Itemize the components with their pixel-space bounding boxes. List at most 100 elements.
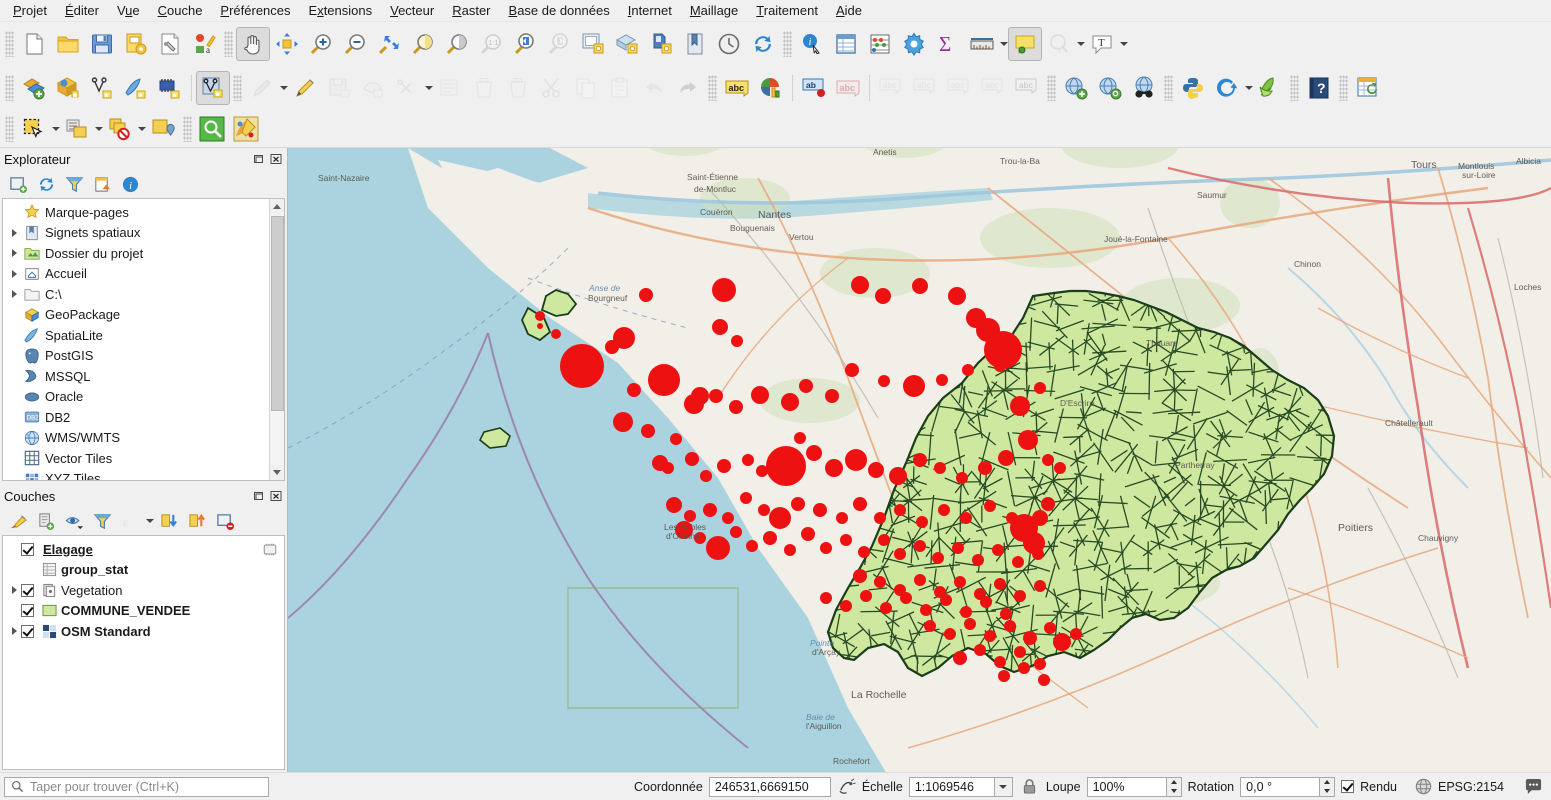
toolbar-grip[interactable] [224, 31, 233, 57]
refresh-table-icon[interactable]: ? [1302, 71, 1336, 105]
processing-toolbox-icon[interactable] [897, 27, 931, 61]
scale-value[interactable]: 1:1069546 [908, 776, 995, 797]
messages-icon[interactable] [1524, 778, 1543, 795]
chevron-down-icon[interactable] [999, 27, 1008, 61]
chevron-down-icon[interactable] [424, 71, 433, 105]
chevron-down-icon[interactable] [51, 112, 60, 146]
measure-line-icon[interactable] [965, 27, 999, 61]
chevron-down-icon[interactable] [145, 509, 154, 533]
menu-item-maillage[interactable]: Maillage [681, 0, 747, 21]
add-mesh-layer-icon[interactable] [153, 71, 187, 105]
filter-legend-icon[interactable] [89, 509, 115, 533]
explorer-item-mssql[interactable]: MSSQL [3, 366, 269, 387]
style-manager-icon[interactable]: a [187, 27, 221, 61]
magnifier-value[interactable]: 100% [1086, 776, 1167, 797]
menu-item-raster[interactable]: Raster [443, 0, 499, 21]
toolbar-grip[interactable] [1290, 75, 1299, 101]
menu-item-extensions[interactable]: Extensions [300, 0, 382, 21]
magnifier-stepper[interactable]: 100% [1086, 776, 1182, 797]
explorer-item-postgis[interactable]: PostGIS [3, 346, 269, 367]
menu-item-pr-f-rences[interactable]: Préférences [211, 0, 299, 21]
new-3d-map-view-icon[interactable] [610, 27, 644, 61]
explorer-scrollbar[interactable] [269, 199, 284, 480]
menu-item-traitement[interactable]: Traitement [747, 0, 827, 21]
locator-search-input[interactable]: Taper pour trouver (Ctrl+K) [4, 776, 269, 797]
new-shapefile-layer-icon[interactable] [196, 71, 230, 105]
zoom-last-icon[interactable] [508, 27, 542, 61]
rotation-value[interactable]: 0,0 ° [1240, 776, 1321, 797]
properties-icon[interactable]: i [117, 172, 143, 196]
plugins-icon[interactable] [1210, 71, 1244, 105]
float-panel-icon[interactable] [252, 489, 266, 503]
layers-tree[interactable]: Elagage group_stat Vegetation COMMUNE_VENDE… [2, 535, 285, 770]
layer-visibility-checkbox[interactable] [21, 542, 34, 556]
zoom-in-icon[interactable] [304, 27, 338, 61]
chevron-down-icon[interactable] [994, 776, 1013, 797]
remove-layer-icon[interactable] [212, 509, 238, 533]
chevron-down-icon[interactable] [94, 112, 103, 146]
layer-item-group-stat[interactable]: group_stat [3, 560, 284, 581]
menu-item-couche[interactable]: Couche [149, 0, 212, 21]
scroll-thumb[interactable] [270, 216, 284, 411]
layer-visibility-checkbox[interactable] [21, 583, 34, 597]
explorer-item-c[interactable]: C:\ [3, 284, 269, 305]
toolbar-grip[interactable] [1164, 75, 1173, 101]
rotation-spinner[interactable] [1320, 776, 1336, 797]
refresh-icon[interactable] [33, 172, 59, 196]
add-vector-layer-icon[interactable] [17, 71, 51, 105]
toolbar-grip[interactable] [1047, 75, 1056, 101]
chevron-down-icon[interactable] [137, 112, 146, 146]
toolbar-grip[interactable] [5, 31, 14, 57]
scroll-down-icon[interactable] [269, 465, 284, 480]
select-features-icon[interactable] [17, 112, 51, 146]
pin-labels-icon[interactable] [754, 71, 788, 105]
layer-item-commune-vendee[interactable]: COMMUNE_VENDEE [3, 601, 284, 622]
zoom-search-icon[interactable] [195, 112, 229, 146]
expand-arrow-icon[interactable] [7, 249, 21, 257]
metasearch-add-icon[interactable]: abc [1010, 71, 1044, 105]
expand-arrow-icon[interactable] [7, 270, 21, 278]
explorer-item-wms-wmts[interactable]: WMS/WMTS [3, 428, 269, 449]
toolbar-grip[interactable] [183, 115, 192, 142]
new-print-layout-icon[interactable] [119, 27, 153, 61]
identify-features-icon[interactable]: i [795, 27, 829, 61]
toolbar-grip[interactable] [1339, 75, 1348, 101]
layer-item-vegetation[interactable]: Vegetation [3, 580, 284, 601]
close-panel-icon[interactable] [269, 152, 283, 166]
metasearch-zoom-icon[interactable] [1059, 71, 1093, 105]
add-layer-icon[interactable] [5, 172, 31, 196]
toolbar-grip[interactable] [233, 75, 242, 101]
explorer-item-accueil[interactable]: Accueil [3, 264, 269, 285]
add-delimited-text-layer-icon[interactable] [85, 71, 119, 105]
explorer-item-marque-pages[interactable]: Marque-pages [3, 202, 269, 223]
scroll-up-icon[interactable] [269, 199, 284, 214]
layer-item-elagage[interactable]: Elagage [3, 539, 284, 560]
toolbar-grip[interactable] [5, 75, 14, 101]
text-annotation-icon[interactable]: T [1085, 27, 1119, 61]
explorer-tree[interactable]: Marque-pages Signets spatiaux Dossier du p… [2, 198, 285, 481]
bookmarks-icon[interactable] [678, 27, 712, 61]
expand-arrow-icon[interactable] [7, 627, 21, 635]
manage-visibility-icon[interactable] [61, 509, 87, 533]
menu-item-aide[interactable]: Aide [827, 0, 871, 21]
toolbar-button[interactable] [1351, 71, 1385, 105]
lock-icon[interactable] [1019, 778, 1040, 795]
diagram-layer-icon[interactable]: abc [720, 71, 754, 105]
layout-manager-icon[interactable] [153, 27, 187, 61]
open-project-icon[interactable] [51, 27, 85, 61]
add-group-icon[interactable] [33, 509, 59, 533]
attribute-table-icon[interactable] [829, 27, 863, 61]
expand-arrow-icon[interactable] [7, 586, 21, 594]
menu-item-vue[interactable]: Vue [108, 0, 149, 21]
metasearch-icon[interactable] [1093, 71, 1127, 105]
open-styling-icon[interactable] [229, 112, 263, 146]
menu-item-base-de-donn-es[interactable]: Base de données [500, 0, 619, 21]
rotation-stepper[interactable]: 0,0 ° [1240, 776, 1336, 797]
help-icon[interactable] [1253, 71, 1287, 105]
refresh-icon[interactable] [746, 27, 780, 61]
explorer-item-geopackage[interactable]: GeoPackage [3, 305, 269, 326]
select-by-location-icon[interactable] [146, 112, 180, 146]
new-profile-view-icon[interactable] [644, 27, 678, 61]
coordinate-value[interactable]: 246531,6669150 [708, 776, 831, 797]
save-project-icon[interactable] [85, 27, 119, 61]
